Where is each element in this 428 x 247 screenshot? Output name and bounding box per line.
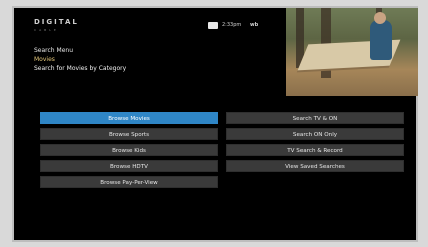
browse-movies-button[interactable]: Browse Movies [40,112,218,124]
browse-pay-per-view-button[interactable]: Browse Pay-Per-View [40,176,218,188]
search-on-only-button[interactable]: Search ON Only [226,128,404,140]
breadcrumb-search-menu: Search Menu [34,47,73,54]
video-preview [286,8,418,96]
channel-badge: wb [250,22,259,28]
breadcrumb-movies: Movies [34,56,55,63]
search-tv-on-button[interactable]: Search TV & ON [226,112,404,124]
browse-hdtv-button[interactable]: Browse HDTV [40,160,218,172]
clock: 2:33pm [222,22,242,28]
brand-logo: DIGITAL [34,18,79,26]
browse-sports-button[interactable]: Browse Sports [40,128,218,140]
brand-subtitle: CABLE [34,28,59,32]
video-person-head [374,12,386,24]
video-person [370,20,392,60]
browse-menu: Browse Movies Browse Sports Browse Kids … [40,112,218,192]
tv-screen: DIGITAL CABLE Search Menu Movies Search … [12,6,418,242]
browse-kids-button[interactable]: Browse Kids [40,144,218,156]
tv-search-record-button[interactable]: TV Search & Record [226,144,404,156]
view-saved-searches-button[interactable]: View Saved Searches [226,160,404,172]
search-menu: Search TV & ON Search ON Only TV Search … [226,112,404,176]
page-title: Search for Movies by Category [34,65,127,72]
header: DIGITAL CABLE Search Menu Movies Search … [14,8,418,98]
mail-icon [208,22,218,29]
